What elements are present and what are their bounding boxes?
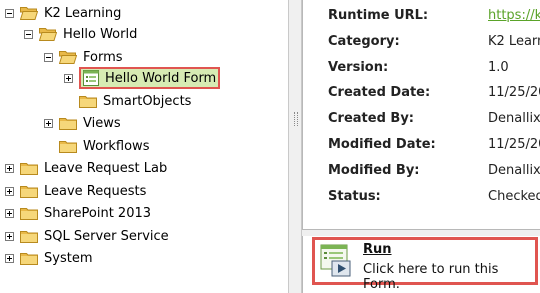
selected-item-highlight[interactable]: Hello World Form [79,67,221,89]
collapse-icon[interactable] [44,52,53,62]
tree-item-label: Forms [83,49,123,65]
folder-open-icon [39,27,57,41]
folder-icon [79,94,97,108]
tree-item-system[interactable]: System [5,247,92,269]
status-row: Status: Checked [328,189,540,209]
folder-icon [59,116,77,130]
tree-item-label: Leave Requests [44,183,147,199]
version-row: Version: 1.0 [328,60,509,80]
folder-icon [20,229,38,243]
collapse-icon[interactable] [24,29,33,39]
tree-item-label: Views [83,115,121,131]
actions-pane: Run Click here to run this Form. [302,236,540,293]
tree-item-forms[interactable]: Forms [44,46,123,68]
created-by-label: Created By: [328,111,414,126]
created-by-value: Denallix [488,111,540,126]
details-pane: Runtime URL: https://k Category: K2 Lear… [302,0,540,230]
expand-icon[interactable] [5,186,14,196]
created-date-label: Created Date: [328,85,431,100]
expand-icon[interactable] [5,163,14,173]
pane-splitter[interactable] [288,0,302,293]
splitter-grip-icon[interactable] [294,112,298,126]
version-value: 1.0 [488,60,509,75]
run-action[interactable]: Run Click here to run this Form. [312,237,538,292]
expand-icon[interactable] [5,231,14,241]
category-value: K2 Learnir [488,34,540,49]
modified-date-label: Modified Date: [328,137,436,152]
folder-open-icon [59,50,77,64]
tree-item-sharepoint-2013[interactable]: SharePoint 2013 [5,202,151,224]
folder-icon [59,139,77,153]
tree-item-label: K2 Learning [44,5,122,21]
form-icon [83,70,99,86]
tree-item-hello-world[interactable]: Hello World [24,23,137,45]
modified-date-value: 11/25/20 [488,137,540,152]
tree-item-label: SQL Server Service [44,228,169,244]
modified-by-row: Modified By: Denallix [328,163,540,183]
tree-item-label: Workflows [83,138,150,154]
object-tree: K2 Learning Hello World Forms Hello Worl… [0,0,288,293]
tree-item-label: SharePoint 2013 [44,205,152,221]
collapse-icon[interactable] [5,8,14,18]
created-date-value: 11/25/20 [488,85,540,100]
created-by-row: Created By: Denallix [328,111,540,131]
folder-icon [20,251,38,265]
runtime-url-row: Runtime URL: https://k [328,8,540,28]
run-link[interactable]: Run [363,242,392,257]
expand-icon[interactable] [5,208,14,218]
tree-item-leave-requests[interactable]: Leave Requests [5,180,146,202]
modified-by-value: Denallix [488,163,540,178]
tree-item-label: System [44,250,93,266]
expand-icon[interactable] [44,118,53,128]
category-row: Category: K2 Learnir [328,34,540,54]
expand-icon[interactable] [64,73,73,83]
created-date-row: Created Date: 11/25/20 [328,85,540,105]
modified-by-label: Modified By: [328,163,420,178]
modified-date-row: Modified Date: 11/25/20 [328,137,540,157]
version-label: Version: [328,60,389,75]
tree-item-leave-request-lab[interactable]: Leave Request Lab [5,157,167,179]
tree-item-sql-server-service[interactable]: SQL Server Service [5,225,169,247]
tree-item-workflows[interactable]: Workflows [44,135,149,157]
tree-item-label: SmartObjects [103,93,192,109]
tree-item-views[interactable]: Views [44,112,121,134]
folder-open-icon [20,6,38,20]
status-value: Checked [488,189,540,204]
runtime-url-label: Runtime URL: [328,8,429,23]
folder-icon [20,161,38,175]
expand-icon[interactable] [5,253,14,263]
tree-item-label: Hello World [63,26,138,42]
tree-item-label: Leave Request Lab [44,160,168,176]
runtime-url-link[interactable]: https://k [488,8,540,28]
run-description: Click here to run this Form. [363,262,499,292]
run-form-icon [320,244,351,277]
tree-item-smartobjects[interactable]: SmartObjects [64,90,191,112]
folder-icon [20,206,38,220]
tree-item-k2-learning[interactable]: K2 Learning [5,2,121,24]
category-label: Category: [328,34,400,49]
tree-item-hello-world-form[interactable]: Hello World Form [64,67,221,89]
status-label: Status: [328,189,381,204]
folder-icon [20,184,38,198]
tree-item-label: Hello World Form [105,70,217,86]
